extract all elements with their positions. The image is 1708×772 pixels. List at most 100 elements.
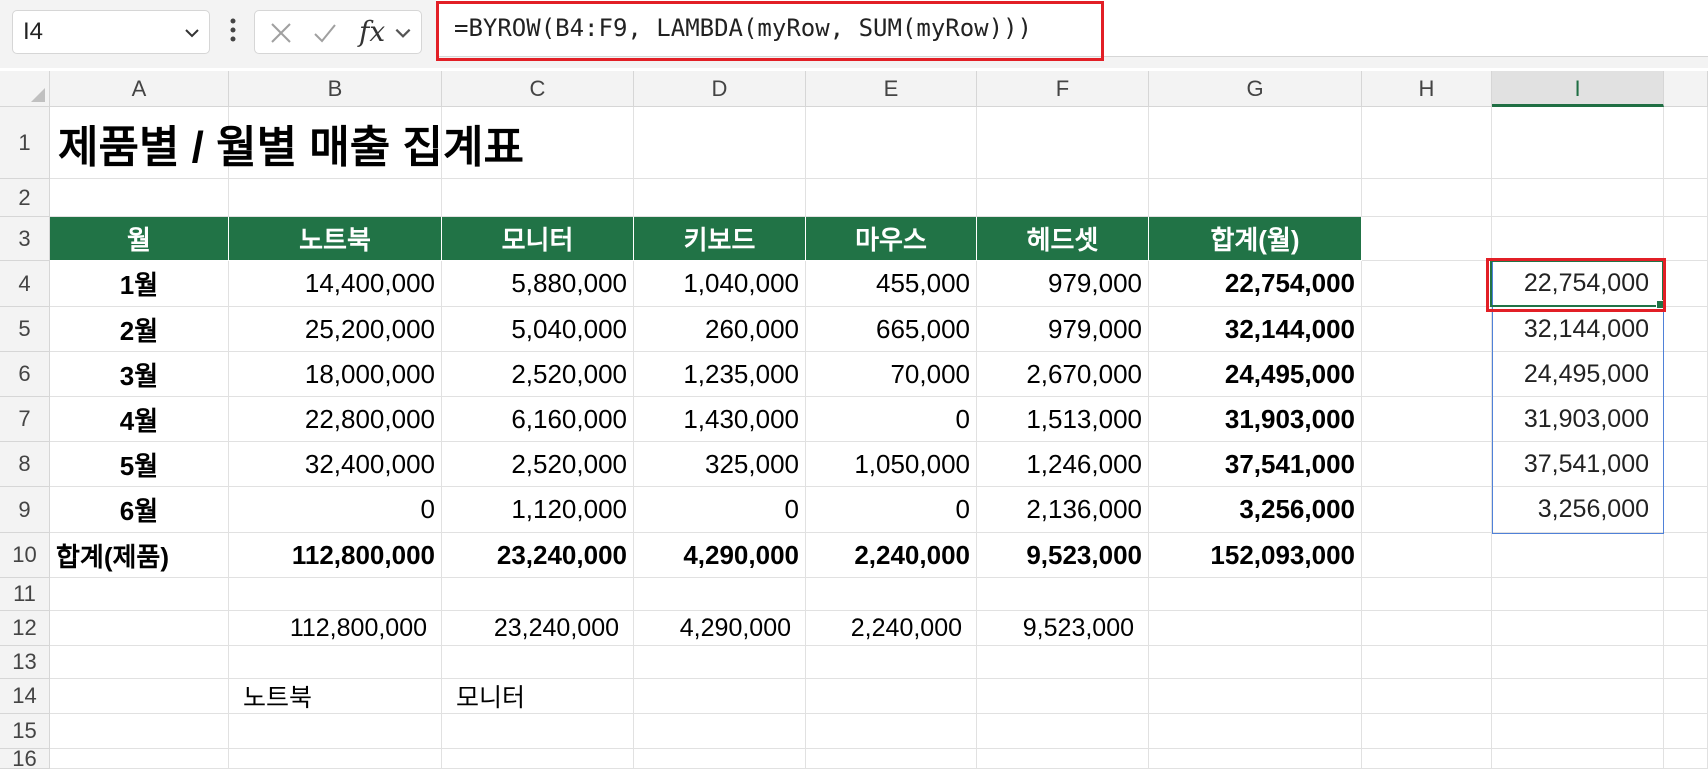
table-cell[interactable]: 1,246,000 (977, 442, 1149, 487)
row-header-16[interactable]: 16 (0, 746, 50, 771)
row-header-8[interactable]: 8 (0, 442, 50, 487)
select-all-corner[interactable] (0, 71, 50, 107)
grid-cell[interactable] (1492, 179, 1664, 217)
sheet-title[interactable]: 제품별 / 월별 매출 집계표 (50, 107, 1149, 179)
grid-cell[interactable] (1362, 611, 1492, 646)
row-header-7[interactable]: 7 (0, 397, 50, 442)
grid-cell[interactable] (1362, 307, 1492, 352)
grid-cell[interactable] (442, 179, 634, 217)
grid-cell[interactable] (634, 679, 806, 714)
grid-cell[interactable] (806, 679, 977, 714)
totals-cell[interactable]: 2,240,000 (806, 533, 977, 578)
grid-cell[interactable] (1492, 679, 1664, 714)
grid-cell[interactable] (1664, 487, 1708, 533)
table-cell[interactable]: 979,000 (977, 307, 1149, 352)
grid-cell[interactable] (442, 714, 634, 749)
table-cell[interactable]: 455,000 (806, 261, 977, 307)
table-cell[interactable]: 2,670,000 (977, 352, 1149, 397)
table-cell[interactable]: 3,256,000 (1149, 487, 1362, 533)
column-header-g[interactable]: G (1149, 71, 1362, 107)
enter-check-icon[interactable] (313, 21, 337, 45)
grid-cell[interactable] (1492, 578, 1664, 611)
table-cell[interactable]: 0 (806, 397, 977, 442)
grid-cell[interactable] (50, 679, 229, 714)
grid-cell[interactable] (1664, 611, 1708, 646)
grid-cell[interactable] (1664, 352, 1708, 397)
row12-cell[interactable]: 23,240,000 (442, 611, 634, 646)
grid-cell[interactable] (229, 179, 442, 217)
grid-cell[interactable] (806, 578, 977, 611)
row12-cell[interactable]: 112,800,000 (229, 611, 442, 646)
table-cell[interactable]: 665,000 (806, 307, 977, 352)
month-label[interactable]: 2월 (50, 307, 229, 352)
grid-cell[interactable] (1362, 749, 1492, 769)
grid-cell[interactable] (1664, 307, 1708, 352)
column-header-d[interactable]: D (634, 71, 806, 107)
more-options-icon[interactable] (229, 16, 237, 44)
table-header-cell[interactable]: 마우스 (806, 217, 977, 261)
row-header-13[interactable]: 13 (0, 646, 50, 679)
chevron-down-icon[interactable] (393, 23, 413, 43)
grid-cell[interactable] (977, 578, 1149, 611)
grid-cell[interactable] (1664, 107, 1708, 179)
grid-cell[interactable] (1664, 533, 1708, 578)
row14-label[interactable]: 모니터 (442, 679, 634, 714)
grid-cell[interactable] (806, 714, 977, 749)
totals-cell[interactable]: 4,290,000 (634, 533, 806, 578)
grid-cell[interactable] (1362, 352, 1492, 397)
row-header-3[interactable]: 3 (0, 217, 50, 261)
grid-cell[interactable] (1664, 578, 1708, 611)
totals-label[interactable]: 합계(제품) (50, 533, 229, 578)
grid-cell[interactable] (1492, 646, 1664, 679)
grid-cell[interactable] (634, 714, 806, 749)
column-header-c[interactable]: C (442, 71, 634, 107)
table-header-cell[interactable]: 키보드 (634, 217, 806, 261)
grid-cell[interactable] (977, 714, 1149, 749)
column-header-b[interactable]: B (229, 71, 442, 107)
month-label[interactable]: 4월 (50, 397, 229, 442)
table-cell[interactable]: 2,136,000 (977, 487, 1149, 533)
grid-cell[interactable] (229, 578, 442, 611)
table-cell[interactable]: 0 (634, 487, 806, 533)
table-cell[interactable]: 70,000 (806, 352, 977, 397)
row-header-2[interactable]: 2 (0, 179, 50, 217)
grid-cell[interactable] (1362, 578, 1492, 611)
grid-cell[interactable] (1492, 533, 1664, 578)
table-cell[interactable]: 0 (806, 487, 977, 533)
name-box[interactable]: I4 (12, 10, 210, 54)
totals-cell[interactable]: 9,523,000 (977, 533, 1149, 578)
table-cell[interactable]: 18,000,000 (229, 352, 442, 397)
month-label[interactable]: 3월 (50, 352, 229, 397)
grid-cell[interactable] (1362, 261, 1492, 307)
grid-cell[interactable] (634, 179, 806, 217)
grid-cell[interactable] (1492, 749, 1664, 769)
grid-cell[interactable] (634, 578, 806, 611)
row-header-12[interactable]: 12 (0, 611, 50, 646)
month-label[interactable]: 5월 (50, 442, 229, 487)
table-cell[interactable]: 14,400,000 (229, 261, 442, 307)
grid-cell[interactable] (977, 679, 1149, 714)
grid-cell[interactable] (50, 749, 229, 769)
grid-cell[interactable] (1362, 714, 1492, 749)
grid-cell[interactable] (1149, 714, 1362, 749)
grid-cell[interactable] (806, 179, 977, 217)
grid-cell[interactable] (442, 749, 634, 769)
table-cell[interactable]: 0 (229, 487, 442, 533)
grid-cell[interactable] (50, 611, 229, 646)
table-cell[interactable]: 1,050,000 (806, 442, 977, 487)
grid-cell[interactable] (1664, 179, 1708, 217)
grid-cell[interactable] (1664, 646, 1708, 679)
grid-cell[interactable] (1149, 749, 1362, 769)
grid-cell[interactable] (1492, 107, 1664, 179)
column-header-f[interactable]: F (977, 71, 1149, 107)
grid-cell[interactable] (1362, 179, 1492, 217)
chevron-down-icon[interactable] (183, 24, 201, 42)
grid-cell[interactable] (1664, 679, 1708, 714)
month-label[interactable]: 6월 (50, 487, 229, 533)
month-label[interactable]: 1월 (50, 261, 229, 307)
grid-cell[interactable] (1149, 679, 1362, 714)
cancel-icon[interactable] (269, 21, 293, 45)
row12-cell[interactable]: 9,523,000 (977, 611, 1149, 646)
grid-cell[interactable] (1664, 714, 1708, 749)
insert-function-icon[interactable]: fx (359, 15, 385, 48)
